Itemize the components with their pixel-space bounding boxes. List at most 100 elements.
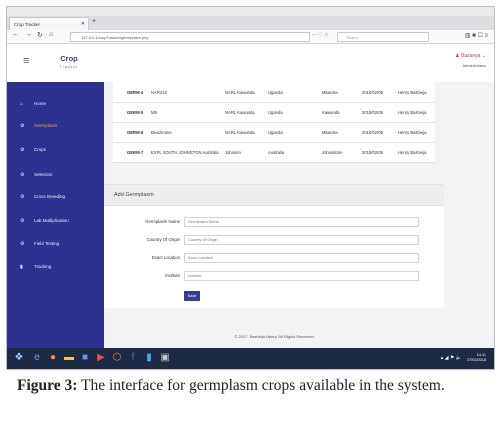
copyright-text: © 2017. Basheija Henry. All Rights Reser…	[234, 334, 314, 339]
table-row[interactable]: GERM-7 EXPL SOUTH JOHNSTON Australia Joh…	[113, 142, 435, 163]
table-cell-country: Uganda	[268, 90, 283, 95]
table-cell-location: Mbarara	[322, 90, 338, 95]
sidebar-item-germplasm[interactable]: ⚙ Germplasm	[7, 118, 104, 134]
cogs-icon: ⚙	[20, 194, 25, 200]
start-button-icon[interactable]: ❖	[13, 352, 25, 364]
page-actions-icon[interactable]: ··· ♡ ☆	[312, 32, 329, 38]
table-cell-institute: NARL Kawanda	[225, 90, 255, 95]
exact-location-input[interactable]	[184, 253, 419, 263]
back-icon[interactable]: ←	[12, 31, 19, 38]
table-cell-date: 2018/02/05	[362, 130, 383, 135]
tab-bar: Crop Tracker ✕ +	[7, 16, 494, 31]
internet-explorer-icon[interactable]: e	[31, 352, 43, 364]
institute-label: Institute	[164, 273, 180, 278]
hamburger-menu-icon[interactable]: ≡	[23, 55, 29, 67]
sidebar-item-lab-multiplication[interactable]: ⚙ Lab Multiplication	[7, 213, 104, 229]
sidebar-item-crops[interactable]: ⚙ Crops	[7, 142, 104, 158]
germplasm-name-input[interactable]	[184, 217, 419, 227]
browser-tab[interactable]: Crop Tracker ✕	[9, 17, 89, 31]
sidebar-item-selection[interactable]: ⚙ Selection	[7, 167, 104, 183]
navigation-bar: ← → ↻ ⌂ 127.0.0.1/cropTracker/germplasm.…	[7, 30, 494, 44]
file-explorer-icon[interactable]: ▬	[63, 352, 75, 364]
sidebar: ⌂ Home ⚙ Germplasm ⚙ Crops ⚙ Selection ⚙…	[7, 82, 104, 348]
image-viewer-icon[interactable]: ▣	[159, 352, 171, 364]
form-row: Country Of Origin	[104, 235, 444, 247]
sidebar-item-home[interactable]: ⌂ Home	[7, 96, 104, 112]
caption-label: Figure 3:	[17, 377, 78, 394]
sidebar-item-label: Home	[34, 101, 47, 106]
institute-input[interactable]	[184, 271, 419, 281]
user-role: Administrator	[462, 63, 486, 68]
home-icon: ⌂	[20, 101, 24, 107]
table-cell-user: Henry Basheija	[398, 90, 427, 95]
table-cell-name: Bwazirume	[151, 130, 172, 135]
sidebar-item-label: Cross Breeding	[34, 194, 66, 199]
system-clock[interactable]: 14:11 27/02/2018	[467, 353, 486, 363]
browser-toolbar-icons[interactable]: ▥ ■ ☐ ≡	[465, 32, 488, 39]
country-of-origin-label: Country Of Origin	[146, 237, 180, 242]
table-cell-name: NAR212	[151, 90, 167, 95]
table-cell-country: Uganda	[268, 130, 283, 135]
forward-icon[interactable]: →	[25, 31, 32, 38]
exact-location-label: Exact Location	[151, 255, 180, 260]
url-text: 127.0.0.1/cropTracker/germplasm.php	[81, 35, 149, 40]
main-content: GERM-4 NAR212 NARL Kawanda Uganda Mbarar…	[104, 82, 494, 348]
new-tab-icon[interactable]: +	[92, 18, 96, 25]
facebook-icon[interactable]: f	[127, 352, 139, 364]
save-button[interactable]: Save	[184, 291, 200, 301]
form-row: Institute	[104, 271, 444, 283]
url-field[interactable]: 127.0.0.1/cropTracker/germplasm.php	[70, 32, 310, 42]
chart-app-icon[interactable]: ▮	[143, 352, 155, 364]
firefox-icon[interactable]: ●	[47, 352, 59, 364]
search-placeholder: Search	[346, 35, 359, 40]
sidebar-item-label: Field Testing	[34, 241, 60, 246]
user-menu[interactable]: ♟ Bazanya ⌄ Administrator	[455, 53, 486, 68]
sidebar-item-cross-breeding[interactable]: ⚙ Cross Breeding	[7, 189, 104, 205]
table-row[interactable]: GERM-5 M9 NARL Kawanda Uganda Kawanda 20…	[113, 102, 435, 123]
table-cell-date: 2018/02/05	[362, 150, 383, 155]
table-cell-id: GERM-5	[127, 110, 144, 115]
germplasm-name-label: Germplasm Name	[145, 219, 180, 224]
table-cell-country: Australia	[268, 150, 285, 155]
sidebar-item-field-testing[interactable]: ⚙ Field Testing	[7, 236, 104, 252]
brand-subtitle: Tracker	[59, 65, 79, 69]
system-tray-icons[interactable]: ▴ ◢ ⚑ 🔈	[441, 355, 462, 361]
clock-date: 27/02/2018	[466, 358, 486, 362]
cogs-icon: ⚙	[20, 172, 25, 178]
chevron-down-icon: ⌄	[480, 53, 486, 59]
windows-taskbar: ❖ e ● ▬ ■ ▶ ⬡ f ▮ ▣ ▴ ◢ ⚑ 🔈 14:11 27/02/…	[7, 348, 494, 369]
table-cell-user: Henry Basheija	[398, 150, 427, 155]
reload-icon[interactable]: ↻	[37, 31, 43, 39]
table-row[interactable]: GERM-6 Bwazirume NARL Kawanda Uganda Mba…	[113, 122, 435, 143]
table-cell-institute: NARL Kawanda	[225, 130, 255, 135]
table-cell-date: 2018/02/05	[362, 90, 383, 95]
table-cell-name: EXPL SOUTH JOHNSTON Australia	[151, 150, 219, 155]
home-browser-icon[interactable]: ⌂	[49, 31, 53, 38]
sidebar-item-label: Lab Multiplication	[34, 218, 69, 223]
country-of-origin-input[interactable]	[184, 235, 419, 245]
form-header: Add Germplasm	[104, 185, 444, 206]
sidebar-item-label: Crops	[34, 147, 47, 152]
sidebar-item-label: Germplasm	[34, 123, 58, 128]
table-cell-country: Uganda	[268, 110, 283, 115]
book-icon: ▮	[20, 264, 23, 270]
screenshot-frame: File Edit View History Bookmarks Tools H…	[6, 6, 495, 370]
table-cell-location: Kawanda	[322, 110, 340, 115]
form-row: Exact Location	[104, 253, 444, 265]
table-row[interactable]: GERM-4 NAR212 NARL Kawanda Uganda Mbarar…	[113, 82, 435, 103]
table-cell-institute: NARL Kawanda	[225, 110, 255, 115]
brand-logo[interactable]: Crop Tracker	[43, 44, 95, 82]
sidebar-item-tracking[interactable]: ▮ Tracking	[7, 259, 104, 275]
app-header: ≡ Crop Tracker ♟ Bazanya ⌄ Administrator	[7, 44, 494, 83]
table-cell-date: 2018/02/05	[362, 110, 383, 115]
sublime-icon[interactable]: ⬡	[111, 352, 123, 364]
search-input[interactable]: Search	[337, 32, 429, 42]
table-cell-id: GERM-6	[127, 130, 144, 135]
table-cell-user: Henry Basheija	[398, 110, 427, 115]
table-cell-location: Mbarara	[322, 130, 338, 135]
word-icon[interactable]: ■	[79, 352, 91, 364]
table-cell-id: GERM-7	[127, 150, 144, 155]
powerpoint-icon[interactable]: ▶	[95, 352, 107, 364]
close-tab-icon[interactable]: ✕	[81, 21, 85, 27]
table-cell-location: Johnsdone	[322, 150, 343, 155]
